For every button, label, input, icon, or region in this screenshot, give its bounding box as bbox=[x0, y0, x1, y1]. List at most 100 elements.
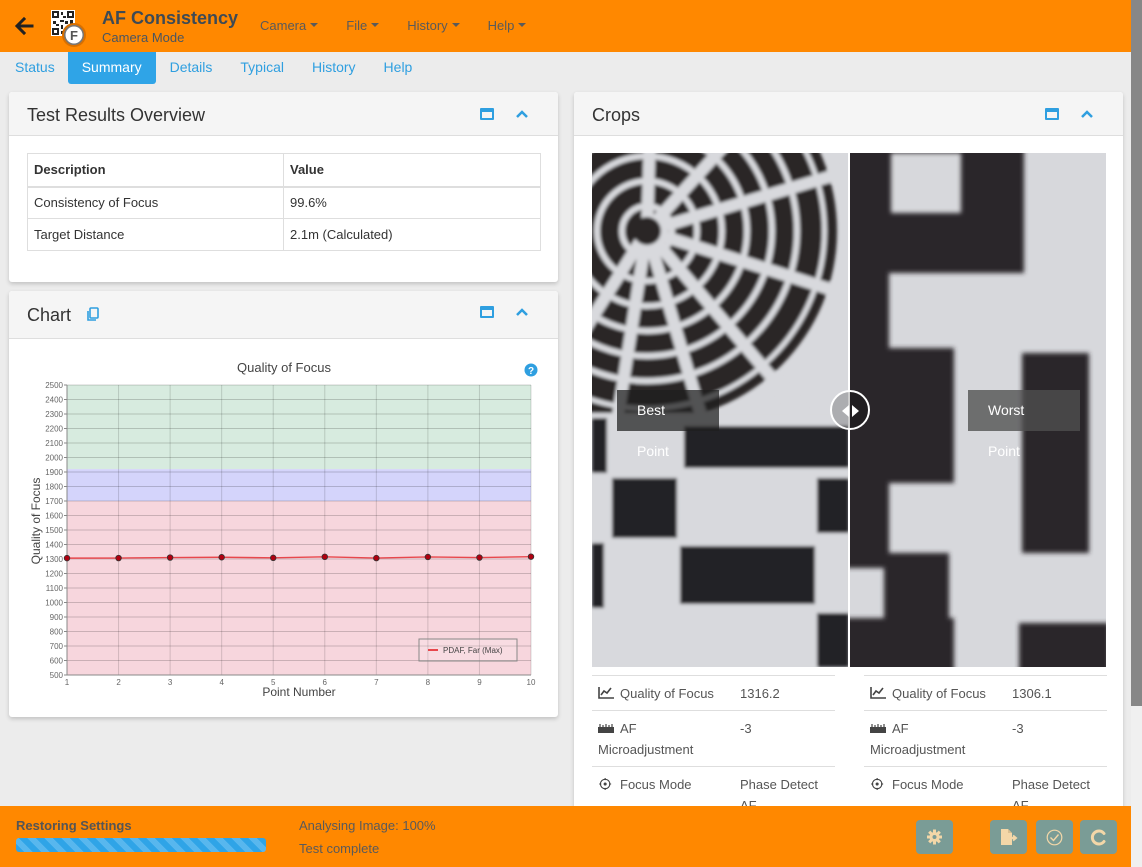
tab-summary[interactable]: Summary bbox=[67, 52, 156, 84]
caret-down-icon bbox=[451, 23, 460, 27]
crosshair-icon bbox=[599, 778, 612, 790]
y-tick-label: 1700 bbox=[45, 497, 63, 506]
y-tick-label: 2400 bbox=[45, 396, 63, 405]
x-tick-label: 10 bbox=[527, 678, 536, 687]
y-tick-label: 1100 bbox=[46, 584, 64, 593]
cell-value: 99.6% bbox=[283, 186, 541, 219]
crops-panel: Crops Best Point Worst Point Quality of … bbox=[574, 92, 1123, 812]
panel-header: Test Results Overview bbox=[9, 92, 558, 136]
menu-file-label: File bbox=[346, 18, 368, 33]
menu-help[interactable]: Help bbox=[488, 18, 527, 33]
vertical-scrollbar[interactable] bbox=[1131, 0, 1142, 867]
menu-file[interactable]: File bbox=[346, 18, 380, 33]
app-title: AF Consistency bbox=[102, 8, 239, 28]
accept-button[interactable] bbox=[1036, 820, 1073, 854]
comparison-slider-handle[interactable] bbox=[830, 390, 870, 430]
info-row-af-microadjustment: AF Microadjustment -3 bbox=[592, 710, 835, 766]
file-export-icon bbox=[1001, 829, 1018, 845]
menu-camera[interactable]: Camera bbox=[260, 18, 319, 33]
tab-bar: Status Summary Details Typical History H… bbox=[0, 52, 1131, 84]
menu-help-label: Help bbox=[487, 18, 515, 33]
chart-title: Quality of Focus bbox=[237, 360, 331, 375]
quality-label: Quality of Focus bbox=[892, 686, 986, 701]
status-bar: Restoring Settings Analysing Image: 100%… bbox=[0, 806, 1131, 867]
y-tick-label: 2000 bbox=[45, 454, 63, 463]
table-header-row: Description Value bbox=[27, 153, 541, 188]
y-tick-label: 2300 bbox=[45, 410, 63, 419]
tab-details[interactable]: Details bbox=[156, 52, 227, 84]
cell-description: Target Distance bbox=[27, 218, 284, 251]
crop-comparison-viewer[interactable]: Best Point Worst Point bbox=[592, 153, 1106, 667]
x-tick-label: 2 bbox=[116, 678, 121, 687]
info-row-af-microadjustment: AF Microadjustment -3 bbox=[864, 710, 1107, 766]
y-axis-label: Quality of Focus bbox=[29, 478, 43, 565]
panel-title: Crops bbox=[592, 105, 641, 125]
y-tick-label: 1200 bbox=[45, 570, 63, 579]
x-axis-label: Point Number bbox=[262, 685, 335, 699]
data-point bbox=[476, 554, 483, 561]
scrollbar-thumb[interactable] bbox=[1131, 0, 1142, 706]
tab-typical[interactable]: Typical bbox=[226, 52, 298, 84]
gear-icon bbox=[927, 829, 942, 845]
tab-status[interactable]: Status bbox=[0, 52, 68, 84]
crosshair-icon bbox=[871, 778, 884, 790]
ruler-icon bbox=[598, 724, 614, 733]
spinner-icon bbox=[1090, 829, 1106, 846]
svg-text:F: F bbox=[70, 28, 78, 43]
y-tick-label: 700 bbox=[50, 642, 64, 651]
chart-band-0 bbox=[67, 385, 531, 470]
focus-mode-label: Focus Mode bbox=[892, 777, 964, 792]
settings-button[interactable] bbox=[916, 820, 953, 854]
data-point bbox=[321, 553, 328, 561]
app-header: F AF Consistency Camera Mode Camera File… bbox=[0, 0, 1131, 52]
x-tick-label: 9 bbox=[477, 678, 482, 687]
chevron-up-icon[interactable] bbox=[1080, 107, 1094, 121]
y-tick-label: 1500 bbox=[45, 526, 63, 535]
menu-camera-label: Camera bbox=[260, 18, 307, 33]
export-report-button[interactable] bbox=[990, 820, 1027, 854]
arrow-left-icon bbox=[842, 405, 849, 417]
y-tick-label: 2100 bbox=[45, 439, 63, 448]
af-value: -3 bbox=[740, 721, 752, 736]
quality-of-focus-chart: 500 600 700 800 900 1000 1100 1200 1300 1400 1500 1… bbox=[29, 360, 538, 699]
y-tick-label: 1900 bbox=[45, 468, 63, 477]
cell-value: 2.1m (Calculated) bbox=[283, 218, 541, 251]
info-row-quality: Quality of Focus 1306.1 bbox=[864, 675, 1107, 710]
data-point bbox=[373, 554, 380, 562]
cell-description: Consistency of Focus bbox=[27, 186, 284, 219]
maximize-icon[interactable] bbox=[480, 108, 494, 120]
chart-line-icon bbox=[870, 687, 886, 699]
info-row-quality: Quality of Focus 1316.2 bbox=[592, 675, 835, 710]
y-tick-label: 1300 bbox=[45, 555, 63, 564]
chart-line-icon bbox=[598, 687, 614, 699]
best-point-info: Quality of Focus 1316.2 AF Microadjustme… bbox=[592, 675, 835, 812]
menu-history[interactable]: History bbox=[407, 18, 460, 33]
chevron-up-icon[interactable] bbox=[515, 107, 529, 121]
y-tick-label: 1400 bbox=[45, 541, 63, 550]
y-tick-label: 1800 bbox=[45, 483, 63, 492]
x-tick-label: 8 bbox=[426, 678, 431, 687]
x-tick-label: 7 bbox=[374, 678, 379, 687]
tab-help[interactable]: Help bbox=[370, 52, 427, 84]
chevron-up-icon[interactable] bbox=[515, 305, 529, 319]
tab-history[interactable]: History bbox=[298, 52, 370, 84]
af-value: -3 bbox=[1012, 721, 1024, 736]
back-arrow-icon[interactable] bbox=[12, 14, 36, 38]
progress-bar bbox=[16, 838, 266, 852]
app-logo-icon: F bbox=[51, 10, 86, 47]
y-tick-label: 600 bbox=[50, 657, 64, 666]
arrow-right-icon bbox=[852, 405, 859, 417]
data-point bbox=[63, 554, 71, 562]
ruler-icon bbox=[870, 724, 886, 733]
test-results-overview-panel: Test Results Overview Description Value … bbox=[9, 92, 558, 282]
panel-header: Crops bbox=[574, 92, 1123, 136]
maximize-icon[interactable] bbox=[480, 306, 494, 318]
progress-fill bbox=[16, 838, 266, 852]
maximize-icon[interactable] bbox=[1045, 108, 1059, 120]
data-point bbox=[166, 554, 174, 561]
restart-button[interactable] bbox=[1080, 820, 1117, 854]
data-point bbox=[218, 554, 225, 561]
status-test-complete: Test complete bbox=[299, 841, 380, 856]
menu-history-label: History bbox=[407, 18, 448, 33]
copy-icon[interactable] bbox=[86, 307, 100, 321]
